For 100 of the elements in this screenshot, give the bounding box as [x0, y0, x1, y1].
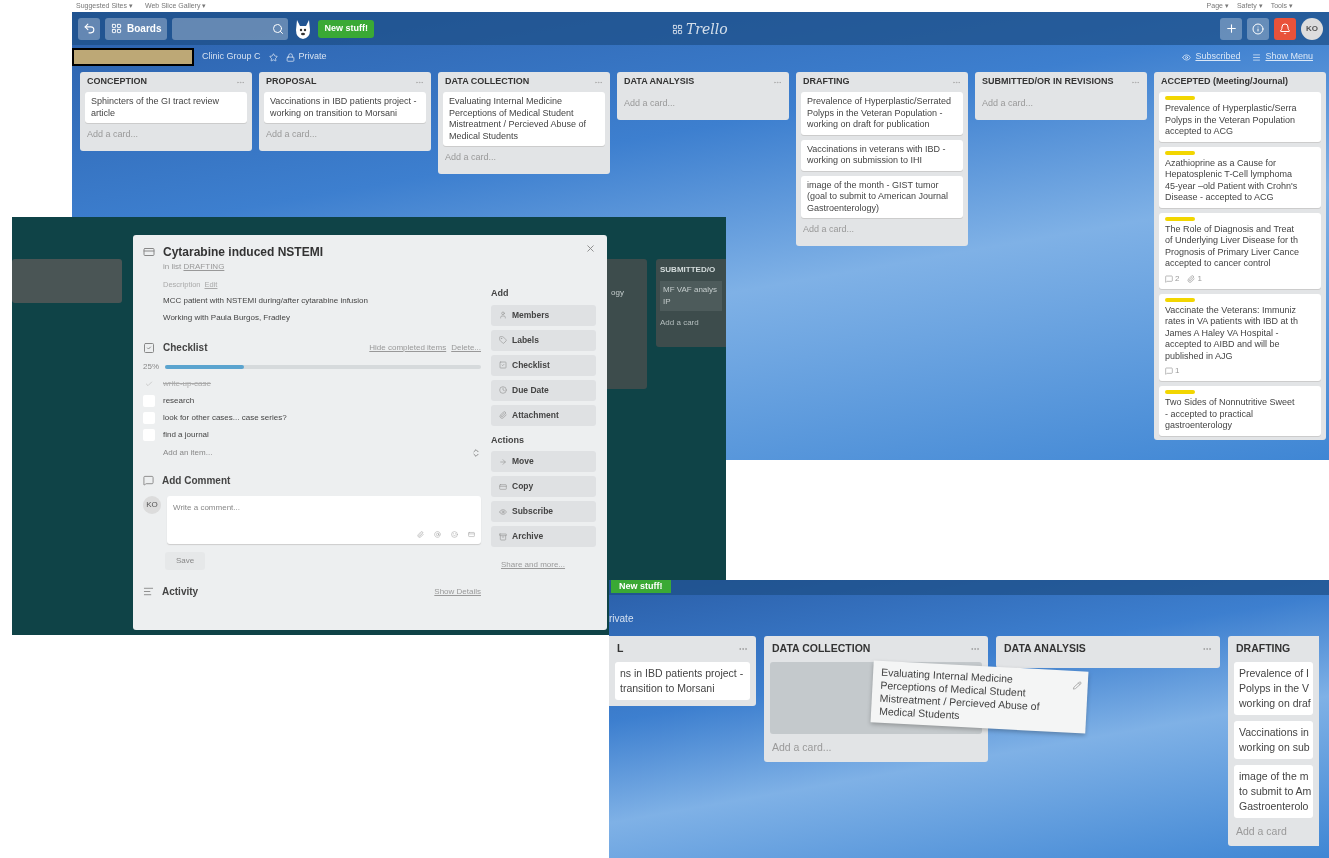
card-title: Vaccinate the Veterans: Immuniz rates in VA patients with IBD at th James A Haley VA Hospital - accepted to AIBD and will be published in AJG	[1165, 304, 1299, 362]
new-stuff-button[interactable]: New stuff!	[318, 19, 374, 38]
card[interactable]: Prevalence of Hyperplastic/Serra Polyps in the Veteran Population accepted to ACG	[1159, 92, 1321, 142]
card-title: Vaccinations in IBD patients project - working on transition to Morsani	[270, 96, 418, 119]
pencil-icon	[1072, 680, 1082, 691]
comment-count: 2	[1165, 272, 1180, 285]
sidebar-button[interactable]: Members	[491, 304, 596, 326]
sidebar-button[interactable]: Archive	[491, 526, 596, 547]
close-icon	[585, 243, 596, 254]
checklist-item[interactable]: research	[163, 395, 195, 408]
sidebar-button[interactable]: Labels	[491, 329, 596, 351]
visibility-label[interactable]: rivate	[609, 611, 1329, 626]
description-text: MCC patient with NSTEMI during/after cytarabine infusion	[163, 295, 369, 308]
card[interactable]: Vaccinations in IBD patients project - working on transition to Morsani	[264, 92, 426, 123]
card-title: Sphincters of the GI tract review article	[91, 96, 221, 119]
paperclip-icon	[1187, 274, 1196, 283]
team-name[interactable]: Clinic Group C	[202, 50, 261, 64]
user-avatar[interactable]: KO	[1301, 17, 1323, 40]
progress-percent: 25%	[143, 361, 160, 374]
comment-title: Add Comment	[162, 474, 231, 489]
list-title: DATA COLLECTION	[772, 641, 871, 657]
card-title: ogy	[610, 287, 625, 299]
card[interactable]: Prevalence of Hyperplastic/Serrated Polyps in the Veteran Population - working on draft for publication	[801, 92, 963, 135]
card[interactable]: Vaccinations in veterans with IBD - working on submission to IHI	[801, 139, 963, 171]
button-icon	[499, 361, 507, 369]
list-title: DRAFTING	[1236, 641, 1291, 657]
checklist-item[interactable]: look for other cases... case series?	[163, 412, 287, 425]
sidebar-button[interactable]: Subscribe	[491, 501, 596, 522]
save-button[interactable]: Save	[165, 552, 205, 571]
sidebar-button[interactable]: Attachment	[491, 404, 596, 426]
list-title: DATA ANALYSIS	[1004, 641, 1086, 657]
button-icon	[499, 532, 507, 541]
subscribed-link[interactable]: Subscribed	[1182, 50, 1241, 64]
card-icon	[468, 531, 475, 539]
menu-icon	[1252, 52, 1262, 62]
logo[interactable]: Trello	[672, 19, 728, 40]
button-icon	[499, 457, 507, 466]
user-avatar: KO	[143, 496, 161, 515]
sidebar-button[interactable]: Move	[491, 451, 596, 472]
add-heading: Add	[491, 287, 510, 300]
list-location: in list DRAFTING	[163, 261, 226, 273]
list-title: CONCEPTION	[87, 75, 147, 89]
back-icon	[82, 22, 96, 35]
comment-icon	[1165, 367, 1173, 375]
logo-icon	[672, 24, 683, 35]
card-title: The Role of Diagnosis and Treat of Underlying Liver Disease for th Prognosis of Primary Liver Cance accepted to cancer control	[1165, 223, 1301, 270]
back-button[interactable]	[78, 17, 100, 40]
card-title: Prevalence of Hyperplastic/Serrated Polyps in the Veteran Population - working on draft for publication	[807, 96, 953, 131]
list-title: DATA COLLECTION	[445, 75, 530, 89]
card-title: Evaluating Internal Medicine Perceptions of Medical Student Mistreatment / Percieved Abuse of Medical Students	[878, 665, 1041, 723]
info-button[interactable]	[1247, 17, 1269, 40]
button-icon	[499, 411, 507, 419]
comment-field[interactable]: Write a comment...	[173, 502, 475, 515]
card[interactable]: Vaccinate the Veterans: Immuniz rates in VA patients with IBD at th James A Haley VA Hospital - accepted to AIBD and will be published in AJG 1	[1159, 293, 1321, 381]
sidebar-button[interactable]: Checklist	[491, 354, 596, 376]
card[interactable]: Evaluating Internal Medicine Perceptions of Medical Student Mistreatment / Percieved Abuse of Medical Students	[443, 92, 605, 146]
card-title: Vaccinations in veterans with IBD - working on submission to IHI	[807, 143, 947, 167]
sidebar-button[interactable]: Copy	[491, 476, 596, 497]
notifications-button[interactable]	[1274, 17, 1296, 40]
card-title: Prevalence of Hyperplastic/Serra Polyps in the Veteran Population accepted to ACG	[1165, 103, 1298, 138]
lock-icon	[285, 52, 295, 62]
boards-button[interactable]: Boards	[105, 17, 168, 40]
card[interactable]: Sphincters of the GI tract review article	[85, 92, 247, 123]
resize-icon	[471, 448, 481, 459]
bell-icon	[1279, 22, 1291, 35]
boards-icon	[111, 23, 122, 34]
button-icon	[499, 311, 507, 319]
info-icon	[1252, 22, 1264, 35]
card-title: Cytarabine induced NSTEMI	[163, 244, 324, 261]
add-item-field[interactable]: Add an item...	[163, 447, 213, 460]
new-stuff-button[interactable]: New stuff!	[611, 580, 671, 593]
card[interactable]: The Role of Diagnosis and Treat of Underlying Liver Disease for th Prognosis of Primary Liver Cance accepted to cancer control 2 1	[1159, 212, 1321, 289]
activity-title: Activity	[162, 585, 199, 600]
list-title: SUBMITTED/O	[660, 264, 717, 276]
checklist-item[interactable]: find a journal	[163, 429, 209, 442]
card[interactable]: Azathioprine as a Cause for Hepatosplenic T-Cell lymphoma 45-year –old Patient with Crohn's Disease - accepted to ACG	[1159, 146, 1321, 208]
card-title: Evaluating Internal Medicine Perceptions of Medical Student Mistreatment / Percieved Abuse of Medical Students	[449, 96, 588, 142]
actions-heading: Actions	[491, 433, 525, 447]
comment-count: 1	[1165, 365, 1180, 377]
search-field[interactable]	[172, 17, 289, 40]
button-icon	[499, 386, 507, 394]
button-icon	[499, 336, 507, 344]
card[interactable]: Two Sides of Nonnutritive Sweet - accepted to practical gastroenterology	[1159, 386, 1321, 436]
check-icon	[145, 380, 153, 389]
button-icon	[499, 482, 507, 491]
comment-icon	[1165, 274, 1173, 283]
checklist-title: Checklist	[163, 341, 208, 356]
paperclip-icon	[417, 531, 424, 539]
card-icon	[143, 246, 155, 258]
attachment-count: 1	[1187, 272, 1202, 285]
emoji-icon	[451, 531, 458, 539]
card[interactable]: image of the month - GIST tumor (goal to submit to American Journal Gastroenterology)	[801, 175, 963, 218]
add-button[interactable]	[1220, 17, 1242, 40]
show-menu-link[interactable]: Show Menu	[1252, 50, 1313, 64]
visibility-label[interactable]: Private	[285, 50, 327, 64]
sidebar-button[interactable]: Due Date	[491, 379, 596, 401]
mention-icon	[434, 531, 441, 539]
list-title: PROPOSAL	[266, 75, 317, 89]
comment-icon	[143, 475, 154, 487]
list-title: DATA ANALYSIS	[624, 75, 695, 89]
